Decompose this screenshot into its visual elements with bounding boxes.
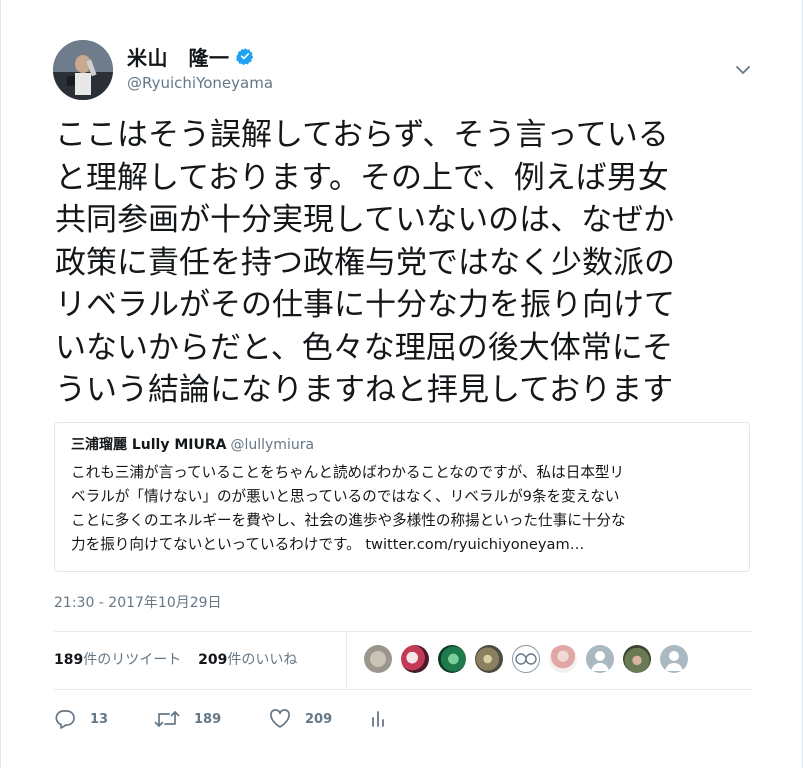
quoted-author-name: 三浦瑠麗 Lully MIURA <box>71 437 227 453</box>
verified-badge-icon <box>235 47 254 66</box>
tweet-card: 米山 隆一 @RyuichiYoneyama ここはそう誤解しておらず、そう言っ… <box>1 0 802 768</box>
liker-avatar[interactable] <box>401 645 429 673</box>
like-stat-label: 件のいいね <box>227 652 298 668</box>
liker-avatar[interactable] <box>438 645 466 673</box>
like-stat[interactable]: 209件のいいね <box>198 652 297 668</box>
liker-avatars <box>364 645 697 673</box>
quoted-tweet-text: これも三浦が言っていることをちゃんと読めばわかることなのですが、私は日本型リ ベ… <box>71 464 626 553</box>
quoted-author-handle: @lullymiura <box>230 437 315 453</box>
tweet-actions: 13 189 209 <box>54 704 387 734</box>
quoted-tweet[interactable]: 三浦瑠麗 Lully MIURA @lullymiura これも三浦が言っているこ… <box>54 422 750 572</box>
author-name-row: 米山 隆一 <box>127 42 254 71</box>
author-handle[interactable]: @RyuichiYoneyama <box>127 74 273 92</box>
tweet-text: ここはそう誤解しておらず、そう言っている と理解しております。その上で、例えば男… <box>55 117 675 408</box>
retweet-stat-count: 189 <box>54 652 84 668</box>
stat-separator <box>346 631 347 689</box>
tweet-stats: 189件のリツイート 209件のいいね <box>54 631 752 689</box>
like-count: 209 <box>305 711 333 727</box>
chevron-down-icon[interactable] <box>733 62 753 78</box>
quoted-tweet-header: 三浦瑠麗 Lully MIURA @lullymiura <box>71 435 735 455</box>
liker-avatar[interactable] <box>660 645 688 673</box>
retweet-stat[interactable]: 189件のリツイート <box>54 652 181 668</box>
reply-button[interactable]: 13 <box>54 709 154 729</box>
tweet-timestamp[interactable]: 21:30 - 2017年10月29日 <box>54 592 222 612</box>
liker-avatar[interactable] <box>586 645 614 673</box>
liker-avatar[interactable] <box>512 645 540 673</box>
retweet-icon <box>154 709 180 729</box>
liker-avatar[interactable] <box>364 645 392 673</box>
analytics-button[interactable] <box>369 709 387 729</box>
reply-icon <box>54 709 76 729</box>
author-avatar[interactable] <box>53 40 113 100</box>
like-stat-count: 209 <box>198 652 228 668</box>
reply-count: 13 <box>90 711 109 727</box>
liker-avatar[interactable] <box>623 645 651 673</box>
retweet-button[interactable]: 189 <box>154 709 269 729</box>
heart-icon <box>269 709 291 729</box>
like-button[interactable]: 209 <box>269 709 369 729</box>
retweet-count: 189 <box>194 711 222 727</box>
author-display-name[interactable]: 米山 隆一 <box>127 42 230 71</box>
liker-avatar[interactable] <box>475 645 503 673</box>
analytics-icon <box>369 709 387 729</box>
divider <box>54 689 752 690</box>
stat-counts: 189件のリツイート 209件のいいね <box>54 649 297 669</box>
liker-avatar[interactable] <box>549 645 577 673</box>
retweet-stat-label: 件のリツイート <box>83 652 182 668</box>
